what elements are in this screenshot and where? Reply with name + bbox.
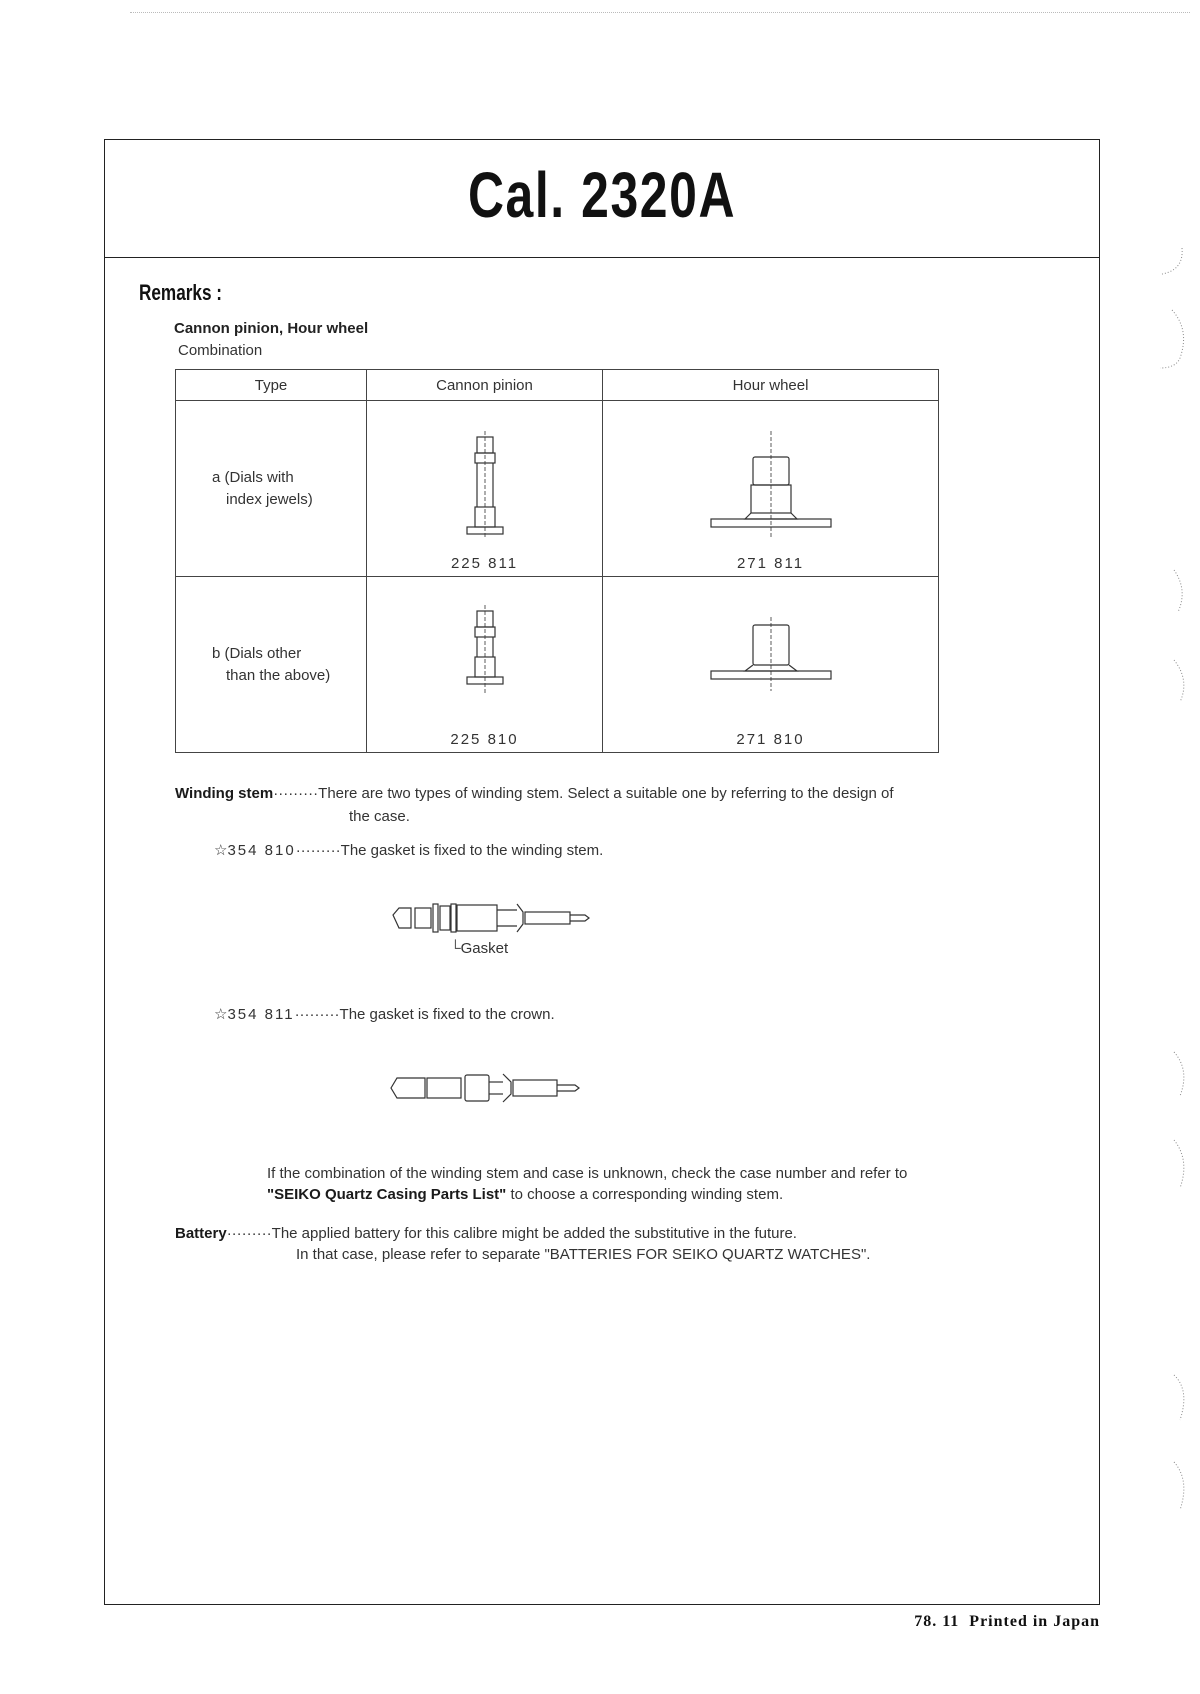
table-header-row: Type Cannon pinion Hour wheel	[175, 369, 939, 401]
winding-stem-drawing-icon	[390, 1073, 580, 1103]
leader-dots: ·········	[273, 785, 319, 802]
winding-stem-paragraph: Winding stem·········There are two types…	[175, 783, 1015, 804]
hour-wheel-drawing-icon	[709, 617, 832, 691]
cannon-pinion-cell: 225 811	[366, 400, 603, 577]
leader-dots: ·········	[226, 1225, 272, 1242]
cannon-pinion-part-number: 225 811	[450, 555, 519, 572]
hour-wheel-drawing-icon	[709, 431, 832, 539]
print-footer: 78. 11 Printed in Japan	[914, 1613, 1100, 1630]
stem-description: The gasket is fixed to the winding stem.	[340, 842, 604, 859]
column-header-hour-wheel: Hour wheel	[602, 369, 939, 401]
cannon-pinion-drawing-icon	[465, 431, 504, 539]
star-icon: ☆	[214, 1006, 228, 1023]
type-label-line2: index jewels)	[226, 490, 313, 508]
hour-wheel-cell: 271 811	[602, 400, 939, 577]
battery-text-line2: In that case, please refer to separate "…	[296, 1246, 871, 1263]
title-band: Cal. 2320A	[105, 140, 1099, 258]
winding-stem-note-line2: "SEIKO Quartz Casing Parts List" to choo…	[267, 1184, 1027, 1205]
winding-stem-note-line1: If the combination of the winding stem a…	[267, 1165, 908, 1182]
casing-parts-list-reference: "SEIKO Quartz Casing Parts List"	[267, 1186, 507, 1203]
battery-label: Battery	[175, 1225, 227, 1242]
winding-stem-label: Winding stem	[175, 785, 274, 802]
gasket-label-text: Gasket	[460, 940, 509, 957]
column-header-cannon-pinion: Cannon pinion	[366, 369, 603, 401]
winding-stem-text-line1: There are two types of winding stem. Sel…	[318, 785, 894, 802]
table-row: a (Dials with index jewels) 225 811 271 …	[175, 400, 939, 577]
cannon-pinion-drawing-icon	[465, 605, 504, 693]
type-label-line2: than the above)	[226, 666, 331, 684]
type-cell: b (Dials other than the above)	[175, 576, 367, 753]
table-row: b (Dials other than the above) 225 810 2…	[175, 576, 939, 753]
hour-wheel-part-number: 271 810	[736, 731, 805, 748]
type-label-line1: a (Dials with	[212, 468, 294, 486]
stem-description: The gasket is fixed to the crown.	[339, 1006, 555, 1023]
stem-part-number: 354 810	[227, 842, 296, 859]
star-icon: ☆	[214, 842, 228, 859]
type-label-line1: b (Dials other	[212, 644, 302, 662]
combination-heading: Cannon pinion, Hour wheel	[174, 320, 369, 337]
combination-subheading: Combination	[178, 342, 263, 359]
gasket-label: └Gasket	[450, 940, 509, 957]
hour-wheel-part-number: 271 811	[736, 555, 805, 572]
leader-dots: ·········	[295, 842, 341, 859]
stem-variant-item: ☆354 811·········The gasket is fixed to …	[214, 1004, 555, 1025]
battery-paragraph: Battery·········The applied battery for …	[175, 1223, 1015, 1244]
cannon-pinion-cell: 225 810	[366, 576, 603, 753]
winding-stem-text-line2: the case.	[349, 808, 410, 825]
scan-noise-top	[130, 12, 1190, 15]
cannon-pinion-part-number: 225 810	[450, 731, 519, 748]
column-header-type: Type	[175, 369, 367, 401]
stem-variant-item: ☆354 810·········The gasket is fixed to …	[214, 840, 603, 861]
punch-hole-marks	[1159, 247, 1185, 1511]
hour-wheel-cell: 271 810	[602, 576, 939, 753]
battery-text-line1: The applied battery for this calibre mig…	[271, 1225, 797, 1242]
combination-table: Type Cannon pinion Hour wheel a (Dials w…	[175, 369, 939, 753]
stem-part-number: 354 811	[227, 1006, 295, 1023]
remarks-heading: Remarks :	[139, 280, 222, 305]
page-title: Cal. 2320A	[467, 159, 737, 231]
note-line2-text: to choose a corresponding winding stem.	[506, 1186, 784, 1203]
leader-dots: ·········	[294, 1006, 340, 1023]
winding-stem-note: If the combination of the winding stem a…	[267, 1163, 1027, 1205]
type-cell: a (Dials with index jewels)	[175, 400, 367, 577]
